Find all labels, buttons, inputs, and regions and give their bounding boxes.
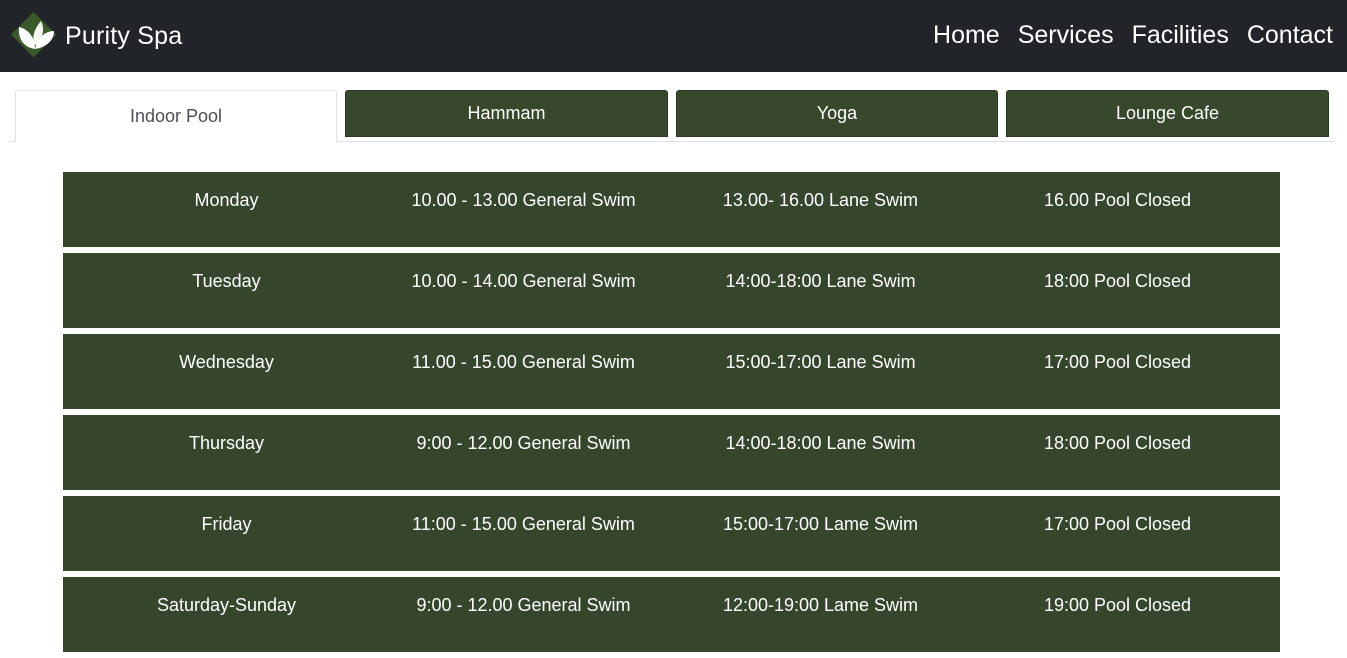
brand-link[interactable]: Purity Spa xyxy=(10,6,182,66)
schedule-row-thursday: Thursday 9:00 - 12.00 General Swim 14:00… xyxy=(63,415,1280,490)
closing-time: 18:00 Pool Closed xyxy=(1043,433,1192,453)
session-lane: 14:00-18:00 Lane Swim xyxy=(725,271,916,291)
nav-home[interactable]: Home xyxy=(933,18,1000,52)
schedule-row-tuesday: Tuesday 10.00 - 14.00 General Swim 14:00… xyxy=(63,253,1280,328)
day-label: Friday xyxy=(201,514,252,534)
tab-lounge-cafe[interactable]: Lounge Cafe xyxy=(1006,90,1329,137)
session-general: 10.00 - 13.00 General Swim xyxy=(411,190,636,210)
day-label: Tuesday xyxy=(192,271,261,291)
day-label: Thursday xyxy=(188,433,265,453)
nav-contact[interactable]: Contact xyxy=(1247,18,1333,52)
schedule-row-friday: Friday 11:00 - 15.00 General Swim 15:00-… xyxy=(63,496,1280,571)
brand-name: Purity Spa xyxy=(65,21,183,50)
main-nav: Home Services Facilities Contact xyxy=(915,18,1333,52)
tab-hammam[interactable]: Hammam xyxy=(345,90,668,137)
schedule-row-wednesday: Wednesday 11.00 - 15.00 General Swim 15:… xyxy=(63,334,1280,409)
closing-time: 17:00 Pool Closed xyxy=(1043,514,1192,534)
session-general: 11.00 - 15.00 General Swim xyxy=(412,352,635,372)
top-navbar: Purity Spa Home Services Facilities Cont… xyxy=(0,0,1347,72)
session-general: 9:00 - 12.00 General Swim xyxy=(416,595,631,615)
day-label: Monday xyxy=(194,190,259,210)
closing-time: 19:00 Pool Closed xyxy=(1043,595,1192,615)
closing-time: 17:00 Pool Closed xyxy=(1043,352,1192,372)
closing-time: 16.00 Pool Closed xyxy=(1043,190,1192,210)
day-label: Wednesday xyxy=(179,352,274,372)
pool-schedule: Monday 10.00 - 13.00 General Swim 13.00-… xyxy=(63,172,1280,658)
closing-time: 18:00 Pool Closed xyxy=(1043,271,1192,291)
session-general: 11:00 - 15.00 General Swim xyxy=(412,514,635,534)
session-general: 9:00 - 12.00 General Swim xyxy=(416,433,631,453)
session-lane: 15:00-17:00 Lane Swim xyxy=(725,352,916,372)
facility-tabs: Indoor Pool Hammam Yoga Lounge Cafe xyxy=(10,90,1333,142)
schedule-row-monday: Monday 10.00 - 13.00 General Swim 13.00-… xyxy=(63,172,1280,247)
leaf-logo-icon xyxy=(10,11,57,58)
session-lane: 15:00-17:00 Lame Swim xyxy=(722,514,919,534)
nav-services[interactable]: Services xyxy=(1018,18,1114,52)
tab-indoor-pool[interactable]: Indoor Pool xyxy=(15,90,337,142)
schedule-row-weekend: Saturday-Sunday 9:00 - 12.00 General Swi… xyxy=(63,577,1280,652)
session-lane: 13.00- 16.00 Lane Swim xyxy=(722,190,919,210)
tab-yoga[interactable]: Yoga xyxy=(676,90,998,137)
session-lane: 12:00-19:00 Lame Swim xyxy=(722,595,919,615)
session-general: 10.00 - 14.00 General Swim xyxy=(411,271,636,291)
day-label: Saturday-Sunday xyxy=(156,595,297,615)
session-lane: 14:00-18:00 Lane Swim xyxy=(725,433,916,453)
nav-facilities[interactable]: Facilities xyxy=(1132,18,1229,52)
